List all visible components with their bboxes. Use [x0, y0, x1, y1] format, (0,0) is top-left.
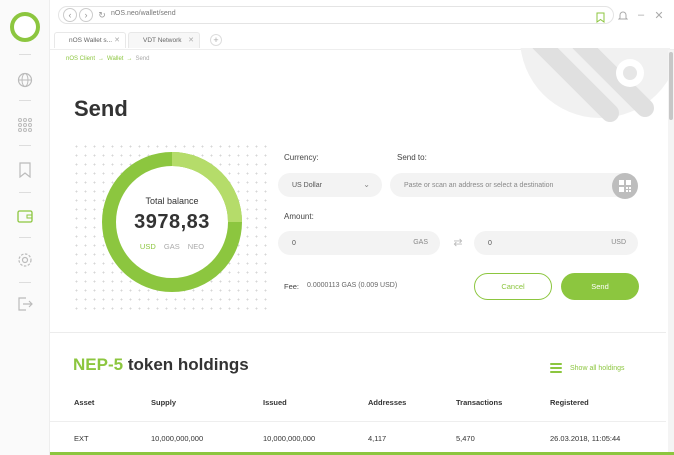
column-header-asset[interactable]: Asset [74, 398, 94, 407]
close-window-icon[interactable]: ✕ [652, 8, 666, 22]
sidebar-divider [19, 192, 31, 193]
fee-label: Fee: [284, 282, 300, 291]
bookmark-icon[interactable] [15, 160, 35, 180]
fee-value: 0.0000113 GAS (0.009 USD) [307, 282, 398, 289]
sidebar-divider [19, 237, 31, 238]
send-button[interactable]: Send [561, 273, 639, 300]
column-header-issued[interactable]: Issued [263, 398, 287, 407]
column-header-supply[interactable]: Supply [151, 398, 176, 407]
apps-grid-icon[interactable] [15, 115, 35, 135]
minimize-icon[interactable]: – [634, 8, 648, 22]
page-title: Send [74, 96, 128, 121]
total-balance-value: 3978,83 [134, 211, 210, 233]
show-all-label: Show all holdings [570, 364, 625, 372]
sidebar-divider [19, 54, 31, 55]
breadcrumb-item[interactable]: nOS Client [66, 56, 95, 62]
tab-bar: nOS Wallet s... ✕ VDT Network ✕ + [50, 30, 674, 50]
forward-icon[interactable]: › [79, 8, 93, 22]
logout-icon[interactable] [15, 294, 35, 314]
breadcrumb-current: Send [135, 56, 150, 62]
close-tab-icon[interactable]: ✕ [188, 36, 194, 44]
currency-switch: USD GAS NEO [102, 242, 242, 251]
amount-usd-value: 0 [488, 239, 492, 247]
send-to-placeholder: Paste or scan an address or select a des… [404, 181, 554, 189]
nos-logo[interactable] [10, 12, 40, 42]
sidebar-divider [19, 282, 31, 283]
left-sidebar [0, 0, 50, 455]
currency-select-value: US Dollar [292, 181, 322, 189]
currency-neo[interactable]: NEO [188, 242, 204, 251]
column-header-addresses[interactable]: Addresses [368, 398, 406, 407]
swap-icon[interactable]: ⇄ [450, 236, 466, 250]
currency-select[interactable]: US Dollar ⌄ [278, 173, 382, 197]
amount-gas-input[interactable]: 0 GAS [278, 231, 440, 255]
breadcrumb: nOS Client → Wallet → Send [66, 56, 150, 62]
new-tab-icon[interactable]: + [210, 34, 222, 46]
holdings-title: NEP-5 token holdings [73, 355, 249, 375]
back-icon[interactable]: ‹ [63, 8, 77, 22]
browser-toolbar: ‹ › ↻ nOS.neo/wallet/send – ✕ [50, 0, 674, 30]
cell-issued: 10,000,000,000 [263, 434, 316, 443]
bookmark-star-icon[interactable] [596, 10, 605, 28]
amount-gas-value: 0 [292, 239, 296, 247]
sidebar-divider [19, 100, 31, 101]
tab-vdt-network[interactable]: VDT Network ✕ [128, 32, 200, 48]
reload-icon[interactable]: ↻ [95, 8, 109, 22]
decorative-background [470, 48, 670, 143]
currency-usd[interactable]: USD [140, 242, 156, 251]
section-divider [50, 332, 666, 333]
cell-supply: 10,000,000,000 [151, 434, 204, 443]
list-icon [550, 361, 562, 375]
chevron-down-icon: ⌄ [363, 180, 370, 189]
tab-label: nOS Wallet s... [69, 37, 113, 44]
column-header-transactions[interactable]: Transactions [456, 398, 502, 407]
breadcrumb-item[interactable]: Wallet [107, 56, 123, 62]
cell-registered: 26.03.2018, 11:05:44 [550, 434, 621, 443]
send-to-input[interactable]: Paste or scan an address or select a des… [390, 173, 636, 197]
cell-transactions: 5,470 [456, 434, 475, 443]
close-tab-icon[interactable]: ✕ [114, 36, 120, 44]
amount-usd-unit: USD [611, 239, 626, 246]
tab-wallet[interactable]: nOS Wallet s... ✕ [54, 32, 126, 48]
wallet-icon[interactable] [15, 206, 35, 226]
qr-code-icon[interactable] [612, 173, 638, 199]
cell-asset: EXT [74, 434, 89, 443]
gear-icon[interactable] [15, 250, 35, 270]
amount-gas-unit: GAS [413, 239, 428, 246]
sidebar-divider [19, 145, 31, 146]
url-text[interactable]: nOS.neo/wallet/send [111, 10, 176, 17]
total-balance-label: Total balance [145, 196, 199, 206]
notifications-icon[interactable] [616, 8, 630, 22]
show-all-holdings-link[interactable]: Show all holdings [550, 361, 624, 375]
holdings-title-accent: NEP-5 [73, 355, 124, 374]
table-header-divider [50, 421, 666, 422]
holdings-title-rest: token holdings [127, 355, 249, 374]
currency-gas[interactable]: GAS [164, 242, 180, 251]
amount-usd-input[interactable]: 0 USD [474, 231, 638, 255]
tab-label: VDT Network [143, 37, 182, 44]
amount-label: Amount: [284, 212, 314, 221]
globe-icon[interactable] [15, 70, 35, 90]
currency-label: Currency: [284, 153, 319, 162]
address-bar[interactable]: ‹ › ↻ nOS.neo/wallet/send [58, 6, 614, 24]
send-to-label: Send to: [397, 153, 427, 162]
cell-addresses: 4,117 [368, 434, 387, 443]
scrollbar-thumb[interactable] [669, 52, 673, 120]
column-header-registered[interactable]: Registered [550, 398, 589, 407]
cancel-button[interactable]: Cancel [474, 273, 552, 300]
